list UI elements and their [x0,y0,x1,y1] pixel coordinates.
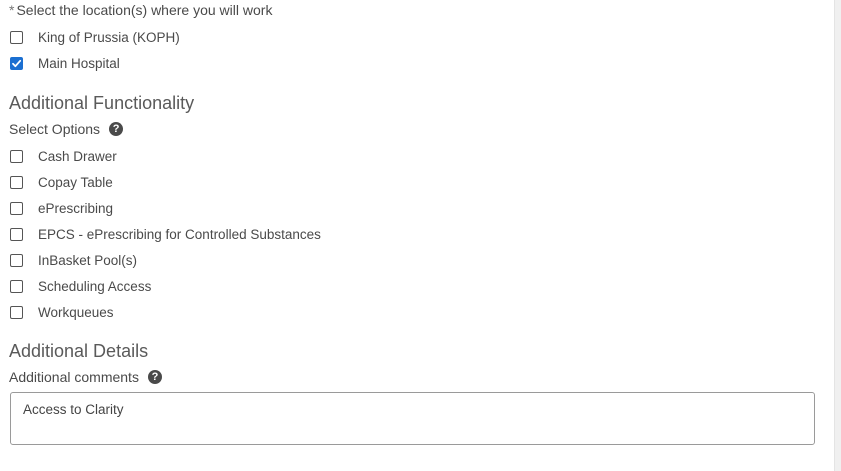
section-title-functionality: Additional Functionality [9,93,195,113]
section-title-details: Additional Details [9,341,149,361]
checkbox[interactable] [10,149,23,163]
function-option-scheduling[interactable]: Scheduling Access [10,277,151,295]
checkbox[interactable] [10,305,23,319]
comments-textarea[interactable]: Access to Clarity [10,392,815,445]
checkbox[interactable] [10,175,23,189]
option-label: Main Hospital [38,55,120,71]
locations-label: * Select the location(s) where you will w… [9,2,273,18]
function-option-eprescribing[interactable]: ePrescribing [10,199,113,217]
help-icon[interactable]: ? [147,370,162,384]
checkbox[interactable] [10,227,23,241]
function-option-inbasket[interactable]: InBasket Pool(s) [10,251,137,269]
option-label: King of Prussia (KOPH) [38,29,180,45]
option-label: InBasket Pool(s) [38,252,138,268]
checkbox-checked[interactable] [10,56,23,70]
function-option-copay-table[interactable]: Copay Table [10,173,113,191]
function-option-workqueues[interactable]: Workqueues [10,303,114,321]
checkmark-icon [12,59,22,67]
option-label: EPCS - ePrescribing for Controlled Subst… [38,226,321,242]
option-label: Cash Drawer [38,148,117,164]
comments-label: Additional comments ? [9,369,162,385]
help-icon[interactable]: ? [109,122,124,136]
checkbox[interactable] [10,253,23,267]
scrollbar[interactable] [834,0,841,471]
option-label: Workqueues [38,304,114,320]
checkbox[interactable] [10,279,23,293]
option-label: ePrescribing [38,200,114,216]
form-content: * Select the location(s) where you will w… [0,0,834,471]
location-option-kop[interactable]: King of Prussia (KOPH) [10,28,180,46]
checkbox[interactable] [10,201,23,215]
select-options-label: Select Options ? [9,121,124,137]
function-option-cash-drawer[interactable]: Cash Drawer [10,147,117,165]
function-option-epcs[interactable]: EPCS - ePrescribing for Controlled Subst… [10,225,321,243]
option-label: Copay Table [38,174,113,190]
required-marker: * [9,2,15,18]
option-label: Scheduling Access [38,278,152,294]
checkbox[interactable] [10,30,23,44]
location-option-main-hospital[interactable]: Main Hospital [10,54,120,72]
